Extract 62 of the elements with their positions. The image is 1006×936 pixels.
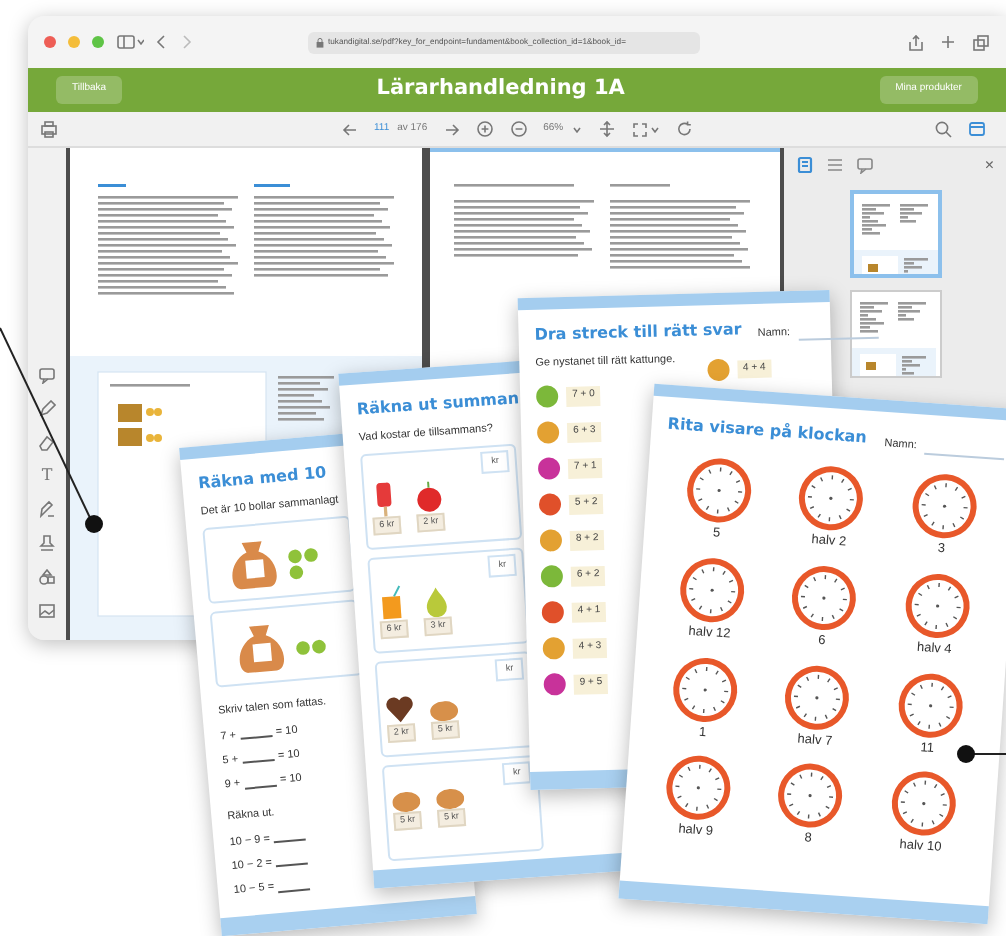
zoom-in-icon[interactable] xyxy=(475,120,494,138)
search-icon[interactable] xyxy=(934,120,952,138)
treasure-chest-drawing xyxy=(118,404,162,446)
worksheet-title: Rita visare på klockan xyxy=(666,412,868,451)
close-panel-button[interactable]: × xyxy=(984,157,994,173)
clock-drawing xyxy=(669,652,742,726)
page-thumbnail[interactable] xyxy=(849,190,941,278)
clock-drawing xyxy=(894,668,967,742)
caret-icon xyxy=(571,125,582,133)
text-column-drawing xyxy=(454,184,594,257)
text-column-drawing xyxy=(98,184,238,295)
rotate-icon[interactable] xyxy=(675,120,694,138)
share-icon[interactable] xyxy=(908,33,924,51)
fit-page-icon[interactable] xyxy=(631,121,660,137)
worksheet-title: Räkna ut summan xyxy=(356,387,514,423)
clock-drawing xyxy=(781,660,855,734)
print-icon[interactable] xyxy=(40,120,58,138)
clock-drawing xyxy=(683,454,756,527)
window-zoom-button[interactable] xyxy=(92,36,104,48)
clock-drawing xyxy=(788,561,862,634)
text-line-drawing xyxy=(110,384,190,387)
text-column-drawing xyxy=(610,184,750,269)
previous-page-icon[interactable] xyxy=(342,121,358,137)
clock-drawing xyxy=(795,462,869,535)
clock-drawing xyxy=(676,553,749,627)
tabs-overview-icon[interactable] xyxy=(972,33,990,51)
shapes-icon[interactable] xyxy=(38,568,56,586)
apple-icon xyxy=(413,476,445,515)
text-column-drawing xyxy=(254,184,394,277)
outline-tab[interactable] xyxy=(826,156,844,174)
clock-drawing xyxy=(901,569,974,642)
panel-toggle-icon[interactable] xyxy=(968,120,986,138)
worksheet-title: Dra streck till rätt svar xyxy=(534,318,742,348)
thumbnails-tab[interactable] xyxy=(796,156,814,174)
image-icon[interactable] xyxy=(38,602,56,620)
back-icon[interactable] xyxy=(156,34,168,50)
eraser-icon[interactable] xyxy=(38,434,56,452)
page-thumbnail[interactable] xyxy=(849,290,941,378)
highlighter-icon[interactable] xyxy=(38,500,56,518)
bun-icon xyxy=(429,700,459,723)
clock-drawing xyxy=(662,752,735,825)
comments-tab[interactable] xyxy=(856,156,874,174)
text-column-drawing xyxy=(278,376,334,421)
text-tool-button[interactable]: T xyxy=(41,468,53,484)
pan-icon[interactable] xyxy=(597,120,616,138)
comment-icon[interactable] xyxy=(38,366,56,384)
page-title: Lärarhandledning 1A xyxy=(376,74,625,105)
clock-drawing xyxy=(907,469,981,543)
callout-pointer xyxy=(957,745,1006,763)
lock-icon xyxy=(316,37,324,47)
clock-drawing xyxy=(774,759,848,833)
sidebar-icon[interactable] xyxy=(116,34,144,50)
worksheet-title: Räkna med 10 xyxy=(197,461,329,495)
window-close-button[interactable] xyxy=(44,36,56,48)
new-tab-icon[interactable] xyxy=(940,34,956,50)
next-page-icon[interactable] xyxy=(443,121,460,137)
pencil-icon[interactable] xyxy=(38,400,56,418)
zoom-out-icon[interactable] xyxy=(509,120,528,138)
bun-icon xyxy=(391,791,422,813)
stamp-icon[interactable] xyxy=(38,534,56,552)
clock-drawing xyxy=(887,767,960,841)
bun-icon xyxy=(435,787,465,810)
